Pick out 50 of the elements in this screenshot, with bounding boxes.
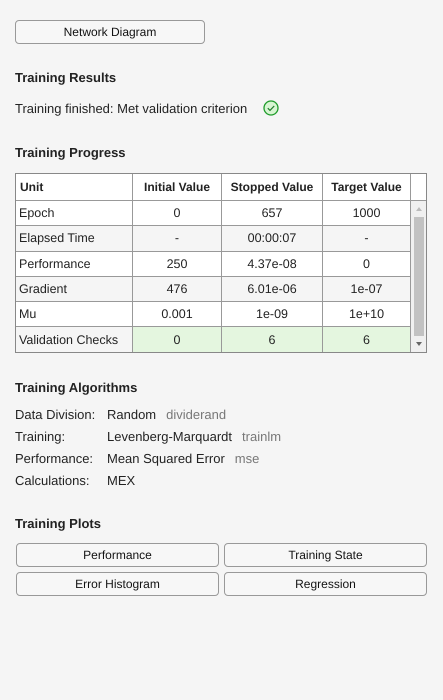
status-text: Training finished: Met validation criterion — [15, 100, 248, 116]
plot-button[interactable]: Regression — [224, 572, 427, 596]
table-cell: 1000 — [323, 201, 411, 226]
table-cell: Epoch — [16, 201, 133, 226]
field-label: Performance: — [15, 450, 94, 466]
function-name: dividerand — [166, 406, 226, 422]
table-cell: 1e-09 — [222, 302, 323, 328]
table-cell: 4.37e-08 — [222, 252, 323, 277]
field-label: Training: — [15, 428, 66, 444]
table-cell: 00:00:07 — [222, 226, 323, 252]
field-value: MEX — [107, 472, 136, 488]
section-heading: Training Algorithms — [15, 380, 138, 395]
table-cell: 657 — [222, 201, 323, 226]
field-value: Random — [107, 406, 156, 422]
table-cell: Mu — [16, 302, 133, 328]
table-cell: 476 — [133, 276, 222, 302]
section-heading: Training Progress — [15, 145, 127, 160]
table-cell: Performance — [16, 252, 133, 277]
table-cell: 1e+10 — [323, 302, 411, 328]
table-cell: - — [323, 226, 411, 252]
table-cell: 0.001 — [133, 302, 222, 328]
field-value: Levenberg-Marquardt — [107, 428, 232, 444]
table-cell: 0 — [133, 201, 222, 226]
table-cell: 0 — [133, 327, 222, 352]
section-heading: Training Results — [15, 70, 118, 85]
table-cell: 6 — [323, 327, 411, 352]
column-header: Stopped Value — [222, 174, 323, 201]
section-heading: Training Plots — [15, 516, 102, 531]
field-label: Data Division: — [15, 406, 96, 422]
table-cell: Elapsed Time — [16, 226, 133, 252]
plot-button[interactable]: Error Histogram — [16, 572, 219, 596]
table-cell: Gradient — [16, 276, 133, 302]
table-cell: 6.01e-06 — [222, 276, 323, 302]
table-cell: 250 — [133, 252, 222, 277]
table-cell: - — [133, 226, 222, 252]
function-name: mse — [234, 450, 260, 466]
field-label: Calculations: — [15, 472, 90, 488]
function-name: trainlm — [242, 428, 282, 444]
table-cell: Validation Checks — [16, 327, 133, 352]
column-header: Unit — [16, 174, 133, 201]
plot-button[interactable]: Performance — [16, 542, 219, 567]
network-diagram-button[interactable]: Network Diagram — [15, 20, 205, 44]
column-header: Target Value — [323, 174, 411, 201]
scrollbar[interactable] — [411, 201, 426, 352]
field-value: Mean Squared Error — [107, 450, 225, 466]
column-header: Initial Value — [133, 174, 222, 201]
table-cell: 1e-07 — [323, 276, 411, 302]
table-cell: 0 — [323, 252, 411, 277]
table-cell: 6 — [222, 327, 323, 352]
plot-button[interactable]: Training State — [224, 542, 427, 567]
